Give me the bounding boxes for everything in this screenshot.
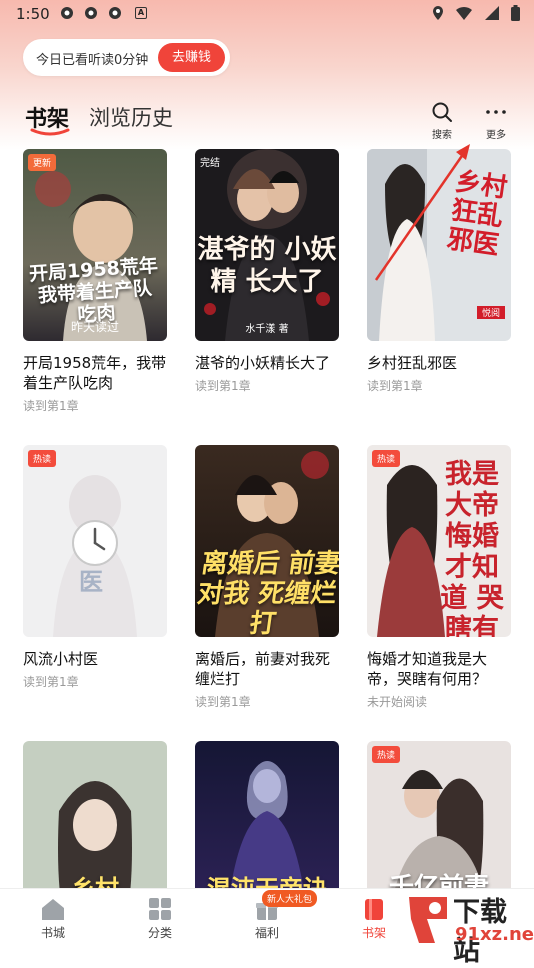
book-badge: 热读 xyxy=(372,450,401,467)
grid-icon xyxy=(149,898,171,920)
book-progress: 读到第1章 xyxy=(195,695,251,709)
more-label: 更多 xyxy=(486,130,506,141)
book-cover[interactable]: 完结 湛爷的 小妖精 长大了 水千漾 著 xyxy=(195,149,339,341)
book-progress: 未开始阅读 xyxy=(367,695,428,709)
nav-item-bookshelf[interactable]: 书架 xyxy=(344,897,404,941)
tab-browse-history[interactable]: 浏览历史 xyxy=(89,102,173,132)
book-badge: 热读 xyxy=(372,746,401,763)
earn-money-button[interactable]: 去赚钱 xyxy=(158,43,225,72)
book-cover[interactable]: 热读 我是大帝 悔婚才知道 哭瞎有何用？ xyxy=(367,445,511,637)
book-card[interactable]: 热读 风 医 风流小村医 读到第1章 xyxy=(23,445,168,690)
cover-title: 湛爷的 小妖精 长大了 xyxy=(197,235,337,297)
book-cover[interactable]: 更新 开局1958荒年 我带着生产队吃肉 昨天读过 xyxy=(23,149,167,341)
wifi-icon xyxy=(455,6,472,20)
cover-title: 我是大帝 悔婚才知道 哭瞎有何用？ xyxy=(440,459,504,637)
nav-label: 书架 xyxy=(361,926,386,940)
book-title[interactable]: 乡村狂乱邪医 xyxy=(367,353,512,373)
book-title[interactable]: 湛爷的小妖精长大了 xyxy=(195,353,340,373)
cover-author: 水千漾 著 xyxy=(245,324,289,335)
book-progress: 读到第1章 xyxy=(367,379,423,393)
nav-item-category[interactable]: 分类 xyxy=(130,897,190,941)
search-icon xyxy=(432,102,452,122)
status-time: 1:50 xyxy=(16,5,50,23)
nav-item-bookstore[interactable]: 书城 xyxy=(23,897,83,941)
site-watermark: 下载站 91xz.net xyxy=(405,888,534,967)
home-icon xyxy=(42,899,64,920)
status-bar: 1:50 A xyxy=(0,0,534,30)
cover-title: 离婚后 前妻对我 死缠烂打 xyxy=(195,549,339,637)
location-icon xyxy=(432,6,443,20)
book-card[interactable]: 热读 我是大帝 悔婚才知道 哭瞎有何用？ 悔婚才知道我是大帝，哭瞎有何用？ 未开… xyxy=(367,445,512,710)
book-card[interactable]: 更新 开局1958荒年 我带着生产队吃肉 昨天读过 开局1958荒年，我带着生产… xyxy=(23,149,168,414)
app-notification-icon xyxy=(84,6,98,20)
book-card[interactable]: 完结 湛爷的 小妖精 长大了 水千漾 著 湛爷的小妖精长大了 读到第1章 xyxy=(195,149,340,394)
book-title[interactable]: 开局1958荒年，我带着生产队吃肉 xyxy=(23,353,168,393)
status-icons xyxy=(426,5,520,23)
signal-icon xyxy=(484,6,499,20)
book-cover[interactable]: 热读 风 医 xyxy=(23,445,167,637)
welfare-badge: 新人大礼包 xyxy=(262,890,318,907)
nav-label: 书城 xyxy=(40,926,65,940)
watermark-logo-icon xyxy=(409,897,447,943)
reading-time-text: 今日已看听读0分钟 xyxy=(36,53,149,68)
book-progress: 读到第1章 xyxy=(23,675,79,689)
annotation-arrow xyxy=(374,144,470,281)
nav-label: 福利 xyxy=(254,926,279,940)
book-progress: 读到第1章 xyxy=(195,379,251,393)
clock-icon xyxy=(72,520,118,566)
nav-label: 分类 xyxy=(147,926,172,940)
battery-icon xyxy=(511,5,520,21)
book-badge: 更新 xyxy=(28,154,57,171)
book-badge: 完结 xyxy=(200,158,220,169)
app-notification-icon xyxy=(108,6,122,20)
book-progress: 读到第1章 xyxy=(23,399,79,413)
tab-active-indicator xyxy=(30,128,70,136)
book-badge: 热读 xyxy=(28,450,57,467)
book-title[interactable]: 风流小村医 xyxy=(23,649,168,669)
app-notification-icon xyxy=(60,6,74,20)
book-title[interactable]: 离婚后，前妻对我死缠烂打 xyxy=(195,649,340,689)
more-icon xyxy=(486,110,506,114)
more-button[interactable]: 更多 xyxy=(476,101,516,141)
search-label: 搜索 xyxy=(432,130,452,141)
book-title[interactable]: 悔婚才知道我是大帝，哭瞎有何用？ xyxy=(367,649,512,689)
book-cover[interactable]: 离婚后 前妻对我 死缠烂打 xyxy=(195,445,339,637)
a-notification-icon: A xyxy=(135,7,147,19)
reading-time-banner: 今日已看听读0分钟 去赚钱 xyxy=(23,39,230,76)
cover-publisher: 悦阅 xyxy=(477,306,505,319)
watermark-url: 91xz.net xyxy=(455,924,534,945)
read-yesterday-label: 昨天读过 xyxy=(70,320,119,334)
search-button[interactable]: 搜索 xyxy=(422,101,462,141)
book-card[interactable]: 离婚后 前妻对我 死缠烂打 离婚后，前妻对我死缠烂打 读到第1章 xyxy=(195,445,340,710)
bookshelf-icon xyxy=(365,899,383,920)
